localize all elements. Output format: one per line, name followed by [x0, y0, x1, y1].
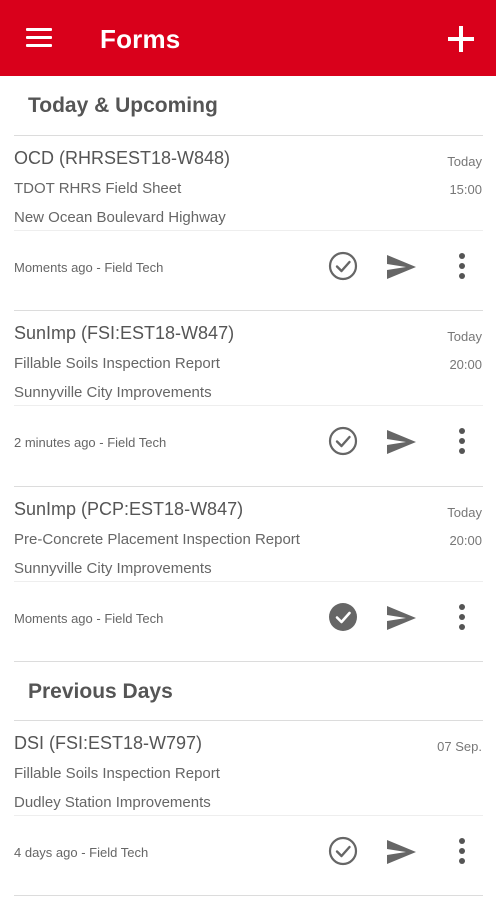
more-vertical-icon[interactable]: [452, 835, 472, 867]
project-name: Dudley Station Improvements: [14, 794, 211, 811]
form-id: DSI (FSI:EST18-W797): [14, 733, 203, 753]
card-separator: [14, 895, 483, 896]
form-card[interactable]: DSI (FSI:EST18-W797) Fillable Soils Insp…: [0, 721, 496, 897]
card-divider: [14, 815, 483, 816]
check-circle-icon[interactable]: [327, 250, 359, 282]
form-time: 15:00: [449, 182, 482, 197]
form-date: Today: [447, 505, 482, 520]
project-name: New Ocean Boulevard Highway: [14, 209, 226, 226]
form-id: SunImp (FSI:EST18-W847): [14, 323, 235, 343]
form-meta: Moments ago - Field Tech: [14, 611, 164, 626]
form-card[interactable]: OCD (RHRSEST18-W848) TDOT RHRS Field She…: [0, 136, 496, 312]
more-vertical-icon[interactable]: [452, 425, 472, 457]
send-icon[interactable]: [384, 427, 418, 457]
form-id: OCD (RHRSEST18-W848): [14, 148, 231, 168]
form-name: Pre-Concrete Placement Inspection Report: [14, 531, 300, 548]
card-divider: [14, 230, 483, 231]
form-meta: 4 days ago - Field Tech: [14, 845, 149, 860]
more-vertical-icon[interactable]: [452, 250, 472, 282]
form-card[interactable]: SunImp (FSI:EST18-W847) Fillable Soils I…: [0, 311, 496, 487]
form-time: 20:00: [449, 533, 482, 548]
check-circle-filled-icon[interactable]: [327, 601, 359, 633]
page-title: Forms: [100, 24, 181, 54]
form-name: TDOT RHRS Field Sheet: [14, 180, 182, 197]
form-date: 07 Sep.: [437, 739, 482, 754]
section-title-today: Today & Upcoming: [28, 94, 218, 117]
form-card[interactable]: SunImp (PCP:EST18-W847) Pre-Concrete Pla…: [0, 487, 496, 663]
project-name: Sunnyville City Improvements: [14, 560, 212, 577]
project-name: Sunnyville City Improvements: [14, 384, 212, 401]
check-circle-icon[interactable]: [327, 835, 359, 867]
app-bar: Forms: [0, 0, 496, 76]
form-date: Today: [447, 329, 482, 344]
card-divider: [14, 405, 483, 406]
form-time: 20:00: [449, 357, 482, 372]
hamburger-menu-icon[interactable]: [26, 28, 52, 48]
card-divider: [14, 581, 483, 582]
check-circle-icon[interactable]: [327, 425, 359, 457]
send-icon[interactable]: [384, 252, 418, 282]
more-vertical-icon[interactable]: [452, 601, 472, 633]
form-id: SunImp (PCP:EST18-W847): [14, 499, 244, 519]
form-meta: Moments ago - Field Tech: [14, 260, 164, 275]
section-title-previous: Previous Days: [28, 680, 173, 703]
form-meta: 2 minutes ago - Field Tech: [14, 435, 167, 450]
add-form-button[interactable]: [446, 24, 476, 54]
section-separator: [14, 661, 483, 662]
send-icon[interactable]: [384, 837, 418, 867]
send-icon[interactable]: [384, 603, 418, 633]
form-name: Fillable Soils Inspection Report: [14, 765, 220, 782]
form-date: Today: [447, 154, 482, 169]
form-name: Fillable Soils Inspection Report: [14, 355, 220, 372]
